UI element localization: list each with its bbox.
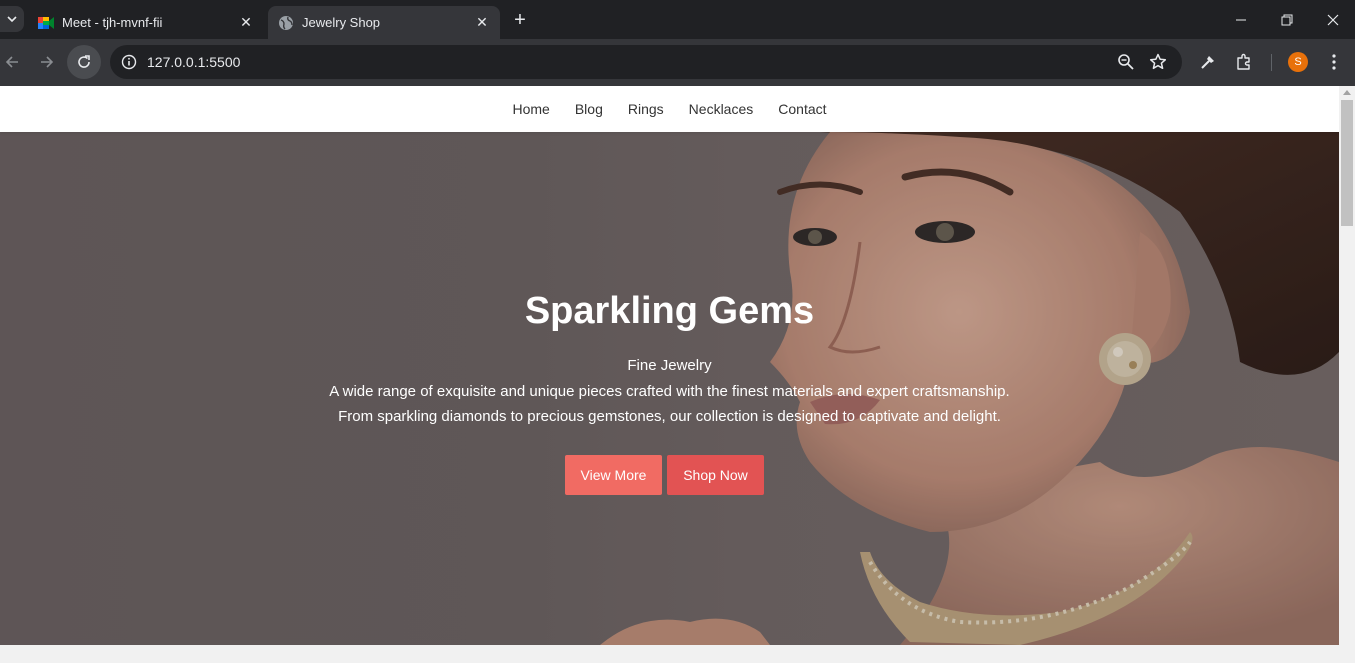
restore-button[interactable]	[1264, 0, 1310, 39]
profile-initial: S	[1294, 56, 1302, 68]
shop-now-button[interactable]: Shop Now	[667, 455, 764, 495]
chevron-down-icon	[7, 16, 17, 23]
arrow-right-icon	[41, 56, 54, 68]
zoom-icon[interactable]	[1116, 52, 1136, 72]
extensions-icon[interactable]	[1233, 51, 1255, 73]
address-bar[interactable]: 127.0.0.1:5500	[110, 45, 1182, 79]
reload-button[interactable]	[67, 45, 101, 79]
page-viewport: Home Blog Rings Necklaces Contact Sparkl…	[0, 86, 1339, 663]
nav-link-blog[interactable]: Blog	[575, 101, 603, 117]
forward-button[interactable]	[30, 45, 64, 79]
nav-link-rings[interactable]: Rings	[628, 101, 664, 117]
hero-content: Sparkling Gems Fine Jewelry A wide range…	[0, 132, 1339, 645]
tab-strip: Meet - tjh-mvnf-fii ✕ Jewelry Shop ✕ +	[0, 0, 1355, 39]
minimize-button[interactable]	[1218, 0, 1264, 39]
eyedropper-icon[interactable]	[1197, 51, 1219, 73]
scroll-up-icon[interactable]	[1343, 90, 1351, 95]
hero-title: Sparkling Gems	[524, 290, 815, 332]
tab-meet[interactable]: Meet - tjh-mvnf-fii ✕	[28, 6, 264, 39]
more-menu-icon[interactable]	[1323, 51, 1345, 73]
tab-title: Meet - tjh-mvnf-fii	[62, 15, 163, 30]
nav-link-home[interactable]: Home	[512, 101, 549, 117]
hero-subtitle: Fine Jewelry	[627, 357, 712, 374]
close-window-button[interactable]	[1310, 0, 1355, 39]
tab-jewelry-shop[interactable]: Jewelry Shop ✕	[268, 6, 500, 39]
url-text: 127.0.0.1:5500	[147, 54, 241, 70]
new-tab-button[interactable]: +	[508, 8, 532, 32]
google-meet-icon	[38, 15, 54, 31]
close-tab-icon[interactable]: ✕	[472, 13, 492, 33]
close-tab-icon[interactable]: ✕	[236, 13, 256, 33]
site-navigation: Home Blog Rings Necklaces Contact	[0, 86, 1339, 132]
view-more-button[interactable]: View More	[565, 455, 662, 495]
site-info-icon[interactable]	[118, 51, 140, 73]
minimize-icon	[1236, 19, 1246, 20]
nav-link-contact[interactable]: Contact	[778, 101, 826, 117]
toolbar-separator	[1271, 54, 1272, 71]
arrow-left-icon	[5, 56, 18, 68]
globe-icon	[278, 15, 294, 31]
page-scrollbar[interactable]	[1339, 86, 1355, 663]
back-button[interactable]	[0, 45, 29, 79]
hero-description-line-1: A wide range of exquisite and unique pie…	[329, 383, 1010, 400]
restore-icon	[1281, 14, 1293, 25]
close-icon	[1327, 14, 1339, 25]
reload-icon	[78, 55, 90, 68]
tab-title: Jewelry Shop	[302, 15, 381, 30]
hero-description-line-2: From sparkling diamonds to precious gems…	[338, 408, 1001, 425]
profile-avatar[interactable]: S	[1288, 52, 1308, 72]
bookmark-star-icon[interactable]	[1148, 52, 1168, 72]
hero-section: Sparkling Gems Fine Jewelry A wide range…	[0, 132, 1339, 645]
nav-link-necklaces[interactable]: Necklaces	[689, 101, 754, 117]
tab-search-button[interactable]	[0, 6, 24, 32]
browser-toolbar: 127.0.0.1:5500 S	[0, 39, 1355, 86]
scrollbar-thumb[interactable]	[1341, 100, 1353, 226]
